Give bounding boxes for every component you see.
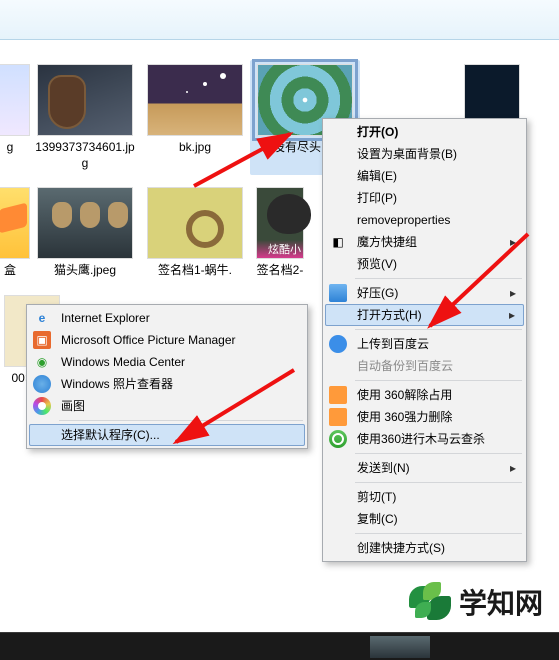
menu-magic-quick[interactable]: ◧魔方快捷组 (325, 231, 524, 253)
baidu-icon (329, 335, 347, 353)
menu-360-force-delete[interactable]: 使用 360强力删除 (325, 406, 524, 428)
menu-preview[interactable]: 预览(V) (325, 253, 524, 275)
thumbnail (256, 187, 304, 259)
leaf-icon (409, 582, 453, 622)
file-caption: 盒 (0, 263, 26, 279)
file-item[interactable]: 1399373734601.jpg (30, 60, 140, 175)
file-caption: bk.jpg (144, 140, 246, 156)
menu-removeproperties[interactable]: removeproperties (325, 209, 524, 231)
menu-create-shortcut[interactable]: 创建快捷方式(S) (325, 537, 524, 559)
filmstrip (0, 632, 559, 660)
file-item[interactable]: 签名档2- (250, 183, 310, 283)
menu-edit[interactable]: 编辑(E) (325, 165, 524, 187)
menu-open[interactable]: 打开(O) (325, 121, 524, 143)
menu-360-unlock[interactable]: 使用 360解除占用 (325, 384, 524, 406)
menu-open-with[interactable]: 打开方式(H) (325, 304, 524, 326)
menu-set-wallpaper[interactable]: 设置为桌面背景(B) (325, 143, 524, 165)
wmc-icon: ◉ (33, 353, 51, 371)
thumbnail (0, 187, 30, 259)
file-item[interactable]: 猫头鹰.jpeg (30, 183, 140, 283)
file-item[interactable]: 签名档1-蜗牛. (140, 183, 250, 283)
thumbnail (37, 64, 133, 136)
shield-360-icon (329, 430, 347, 448)
openwith-ie[interactable]: eInternet Explorer (29, 307, 305, 329)
file-caption: 猫头鹰.jpeg (34, 263, 136, 279)
context-menu-main: 打开(O) 设置为桌面背景(B) 编辑(E) 打印(P) removeprope… (322, 118, 527, 562)
menu-baidu-auto: 自动备份到百度云 (325, 355, 524, 377)
file-item[interactable]: g (0, 60, 30, 175)
file-caption: g (0, 140, 26, 156)
menu-baidu-upload[interactable]: 上传到百度云 (325, 333, 524, 355)
haozip-icon (329, 284, 347, 302)
context-menu-open-with: eInternet Explorer ▣Microsoft Office Pic… (26, 304, 308, 449)
thumbnail (147, 64, 243, 136)
thumbnail (0, 64, 30, 136)
file-caption: 1399373734601.jpg (34, 140, 136, 171)
openwith-mspicture[interactable]: ▣Microsoft Office Picture Manager (29, 329, 305, 351)
file-caption: 签名档1-蜗牛. (144, 263, 246, 279)
menu-copy[interactable]: 复制(C) (325, 508, 524, 530)
menu-haozip[interactable]: 好压(G) (325, 282, 524, 304)
delete-icon (329, 408, 347, 426)
ms-picture-icon: ▣ (33, 331, 51, 349)
menu-360-scan[interactable]: 使用360进行木马云查杀 (325, 428, 524, 450)
file-item[interactable]: 盒 (0, 183, 30, 283)
cube-icon: ◧ (329, 233, 347, 251)
photo-viewer-icon (33, 375, 51, 393)
openwith-paint[interactable]: 画图 (29, 395, 305, 417)
menu-send-to[interactable]: 发送到(N) (325, 457, 524, 479)
paint-icon (33, 397, 51, 415)
file-item[interactable]: bk.jpg (140, 60, 250, 175)
watermark-text: 学知网 (459, 582, 543, 622)
menu-print[interactable]: 打印(P) (325, 187, 524, 209)
menu-cut[interactable]: 剪切(T) (325, 486, 524, 508)
openwith-choose-default[interactable]: 选择默认程序(C)... (29, 424, 305, 446)
thumbnail (37, 187, 133, 259)
watermark-logo: 学知网 (409, 582, 543, 622)
ie-icon: e (33, 309, 51, 327)
file-caption: 签名档2- (254, 263, 306, 279)
openwith-wmc[interactable]: ◉Windows Media Center (29, 351, 305, 373)
explorer-toolbar (0, 0, 559, 40)
openwith-winphoto[interactable]: Windows 照片查看器 (29, 373, 305, 395)
thumbnail (147, 187, 243, 259)
unlock-icon (329, 386, 347, 404)
